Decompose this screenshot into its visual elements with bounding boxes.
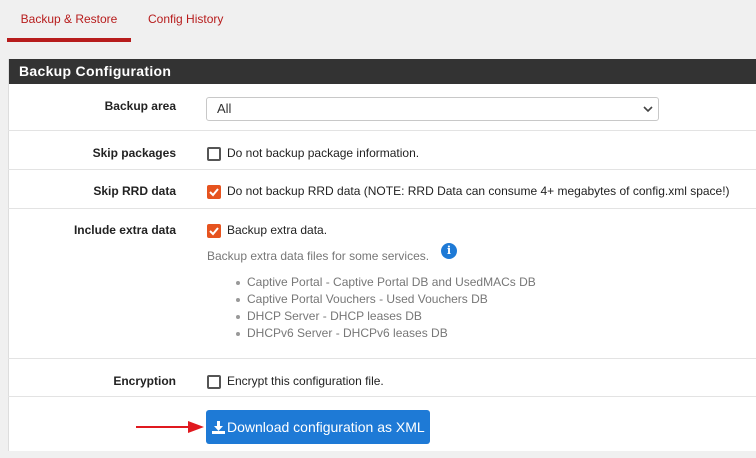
list-item: DHCPv6 Server - DHCPv6 leases DB bbox=[234, 325, 536, 342]
tab-bar: Backup & Restore Config History bbox=[0, 0, 756, 42]
include-extra-data-checkbox[interactable] bbox=[207, 224, 221, 238]
list-item: Captive Portal - Captive Portal DB and U… bbox=[234, 274, 536, 291]
encryption-checkbox[interactable] bbox=[207, 375, 221, 389]
skip-rrd-text: Do not backup RRD data (NOTE: RRD Data c… bbox=[227, 184, 730, 198]
include-extra-data-label: Include extra data bbox=[73, 223, 176, 237]
backup-area-select[interactable]: All bbox=[206, 97, 659, 121]
skip-packages-checkbox[interactable] bbox=[207, 147, 221, 161]
download-button-label: Download configuration as XML bbox=[227, 419, 425, 435]
include-extra-data-text: Backup extra data. bbox=[227, 223, 328, 237]
panel-title: Backup Configuration bbox=[9, 59, 756, 84]
backup-area-label: Backup area bbox=[104, 99, 176, 113]
checkmark-icon bbox=[209, 188, 219, 197]
chevron-down-icon bbox=[643, 106, 653, 113]
skip-rrd-checkbox[interactable] bbox=[207, 185, 221, 199]
checkmark-icon bbox=[209, 227, 219, 236]
download-config-button[interactable]: Download configuration as XML bbox=[206, 410, 430, 444]
skip-rrd-label: Skip RRD data bbox=[93, 184, 176, 198]
red-arrow-icon bbox=[136, 421, 204, 433]
skip-packages-text: Do not backup package information. bbox=[227, 146, 420, 160]
encryption-label: Encryption bbox=[113, 374, 176, 388]
tab-backup-restore[interactable]: Backup & Restore bbox=[7, 0, 131, 42]
encryption-text: Encrypt this configuration file. bbox=[227, 374, 384, 388]
extra-data-help: Backup extra data files for some service… bbox=[207, 249, 430, 263]
list-item: Captive Portal Vouchers - Used Vouchers … bbox=[234, 291, 536, 308]
skip-packages-label: Skip packages bbox=[92, 146, 176, 160]
list-item: DHCP Server - DHCP leases DB bbox=[234, 308, 536, 325]
tab-config-history[interactable]: Config History bbox=[148, 0, 223, 42]
backup-area-value: All bbox=[217, 101, 232, 116]
extra-data-services-list: Captive Portal - Captive Portal DB and U… bbox=[234, 274, 536, 342]
download-icon bbox=[212, 421, 225, 434]
info-icon[interactable]: i bbox=[441, 243, 457, 259]
